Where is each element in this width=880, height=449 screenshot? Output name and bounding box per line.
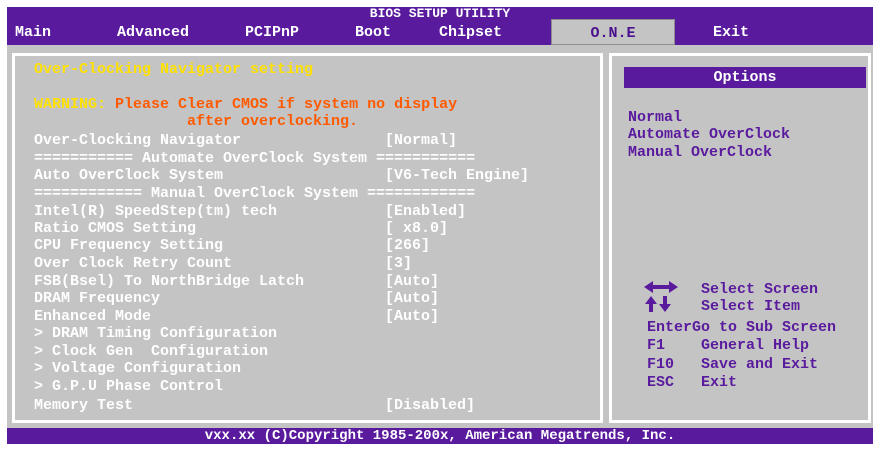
- warning-text-1: Please Clear CMOS if system no display: [115, 96, 458, 113]
- menu-boot[interactable]: Boot: [355, 19, 391, 45]
- setting-label-retry-count[interactable]: Over Clock Retry Count: [34, 256, 232, 272]
- option-normal[interactable]: Normal: [628, 110, 682, 126]
- setting-label-dram-frequency[interactable]: DRAM Frequency: [34, 291, 160, 307]
- setting-label-cpu-frequency[interactable]: CPU Frequency Setting: [34, 238, 223, 254]
- setting-value-retry-count[interactable]: [3]: [385, 256, 412, 272]
- submenu-voltage[interactable]: > Voltage Configuration: [34, 361, 241, 377]
- setting-value-enhanced-mode[interactable]: [Auto]: [385, 309, 439, 325]
- setting-value-memory-test[interactable]: [Disabled]: [385, 398, 475, 414]
- help-key-esc: ESC: [647, 374, 675, 391]
- help-enter-text: Go to Sub Screen: [692, 319, 837, 336]
- left-right-arrows-icon: [644, 281, 678, 293]
- menu-bar: Main Advanced PCIPnP Boot Chipset O.N.E …: [7, 19, 873, 45]
- setting-label-ratio-cmos[interactable]: Ratio CMOS Setting: [34, 221, 196, 237]
- submenu-dram-timing[interactable]: > DRAM Timing Configuration: [34, 326, 277, 342]
- setting-label-fsb-latch[interactable]: FSB(Bsel) To NorthBridge Latch: [34, 274, 304, 290]
- help-select-screen: Select Screen: [701, 281, 819, 298]
- section-title: Over-Clocking Navigator setting: [34, 61, 314, 78]
- setting-label-auto-overclock[interactable]: Auto OverClock System: [34, 168, 223, 184]
- window-title: BIOS SETUP UTILITY: [7, 7, 873, 20]
- menu-exit[interactable]: Exit: [713, 19, 749, 45]
- help-key-f1: F1: [647, 337, 666, 354]
- setting-label-enhanced-mode[interactable]: Enhanced Mode: [34, 309, 151, 325]
- setting-value-auto-overclock[interactable]: [V6-Tech Engine]: [385, 168, 529, 184]
- help-select-item: Select Item: [701, 298, 801, 315]
- help-enter-row: EnterGo to Sub Screen: [647, 320, 836, 336]
- help-key-f10: F10: [647, 356, 675, 373]
- options-header: Options: [624, 67, 866, 88]
- setting-value-ratio-cmos[interactable]: [ x8.0]: [385, 221, 448, 237]
- automate-separator: =========== Automate OverClock System ==…: [34, 150, 476, 167]
- menu-chipset[interactable]: Chipset: [439, 19, 502, 45]
- setting-label-overclocking-navigator[interactable]: Over-Clocking Navigator: [34, 133, 241, 149]
- setting-value-overclocking-navigator[interactable]: [Normal]: [385, 133, 457, 149]
- copyright-footer: vxx.xx (C)Copyright 1985-200x, American …: [7, 428, 873, 444]
- warning-line-2: after overclocking.: [187, 113, 359, 130]
- help-save-exit: Save and Exit: [701, 356, 819, 373]
- setting-label-speedstep[interactable]: Intel(R) SpeedStep(tm) tech: [34, 204, 277, 220]
- menu-one[interactable]: O.N.E: [551, 19, 675, 45]
- setting-value-speedstep[interactable]: [Enabled]: [385, 204, 466, 220]
- setting-value-cpu-frequency[interactable]: [266]: [385, 238, 430, 254]
- setting-value-fsb-latch[interactable]: [Auto]: [385, 274, 439, 290]
- manual-separator: ============ Manual OverClock System ===…: [34, 185, 476, 202]
- option-automate-overclock[interactable]: Automate OverClock: [628, 127, 790, 143]
- menu-main[interactable]: Main: [15, 19, 51, 45]
- submenu-clock-gen[interactable]: > Clock Gen Configuration: [34, 344, 268, 360]
- option-manual-overclock[interactable]: Manual OverClock: [628, 145, 772, 161]
- help-key-enter: Enter: [647, 319, 693, 336]
- menu-advanced[interactable]: Advanced: [117, 19, 189, 45]
- setting-value-dram-frequency[interactable]: [Auto]: [385, 291, 439, 307]
- setting-label-memory-test[interactable]: Memory Test: [34, 398, 133, 414]
- submenu-gpu-phase[interactable]: > G.P.U Phase Control: [34, 379, 223, 395]
- menu-pcipnp[interactable]: PCIPnP: [245, 19, 299, 45]
- warning-line-1: WARNING: Please Clear CMOS if system no …: [34, 97, 457, 113]
- help-exit: Exit: [701, 374, 738, 391]
- warning-prefix: WARNING:: [34, 96, 107, 113]
- up-down-arrows-icon: [645, 296, 671, 312]
- help-general-help: General Help: [701, 337, 810, 354]
